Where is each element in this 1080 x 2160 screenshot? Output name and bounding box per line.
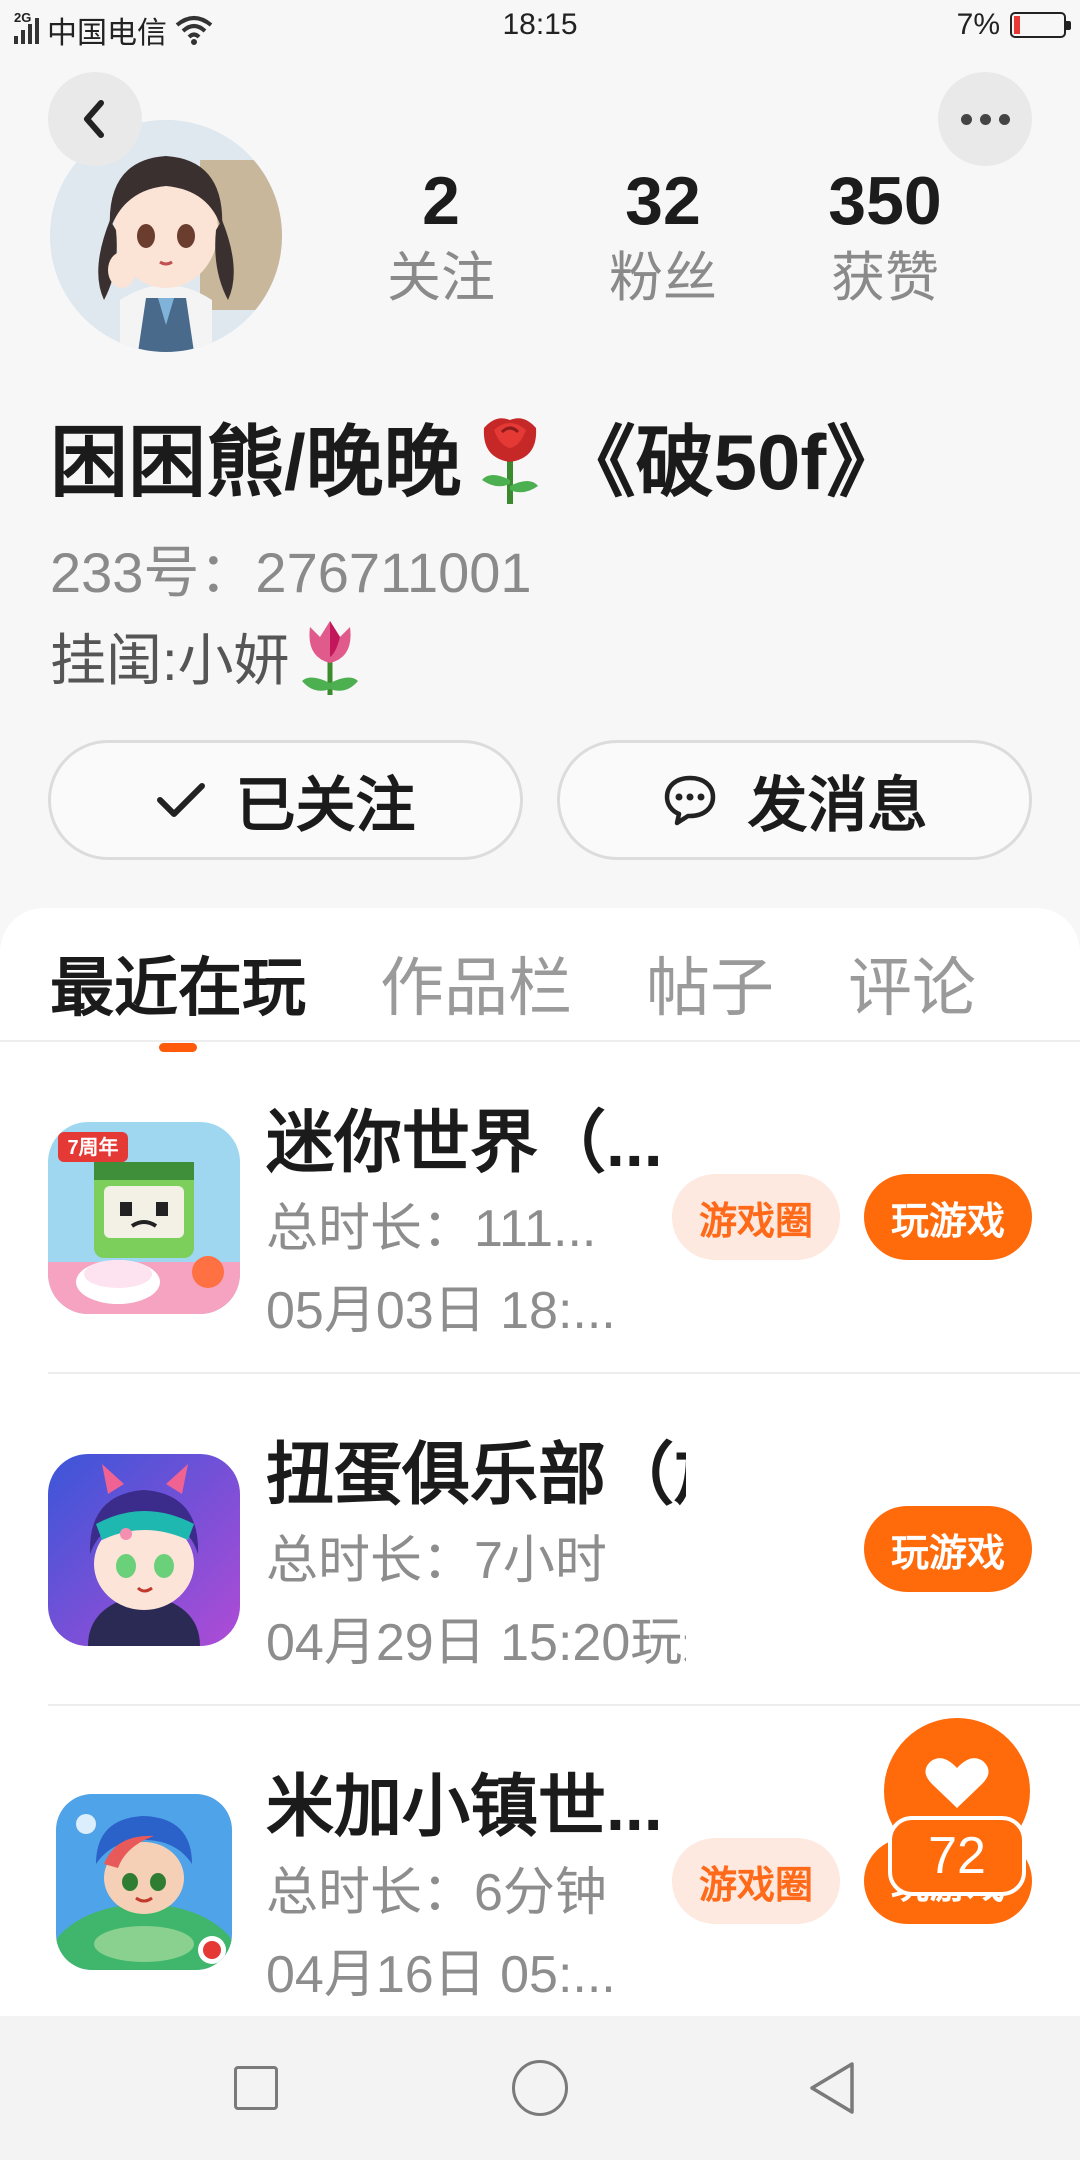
battery-percent: 7% xyxy=(956,8,1000,41)
game-list-item[interactable]: 扭蛋俱乐部（加... 总时长：7小时 04月29日 15:20玩过 玩游戏 xyxy=(48,1374,1080,1706)
user-id: 233号：276711001 xyxy=(50,541,532,604)
game-list-item[interactable]: 7周年 迷你世界（... 总时长：111... 05月03日 18:... 游戏… xyxy=(48,1042,1080,1374)
chevron-left-icon xyxy=(84,100,104,138)
check-icon xyxy=(156,783,205,817)
followed-label: 已关注 xyxy=(235,771,416,839)
tab-recently-played[interactable]: 最近在玩 xyxy=(50,938,306,1052)
game-duration: 总时长：7小时 xyxy=(266,1532,607,1590)
game-info: 迷你世界（... 总时长：111... 05月03日 18:... xyxy=(266,1098,686,1352)
game-duration: 总时长：6分钟 xyxy=(266,1864,607,1922)
stat-fans[interactable]: 32 粉丝 xyxy=(552,160,774,312)
battery-icon xyxy=(1010,12,1071,38)
recents-button[interactable] xyxy=(234,2066,278,2110)
chat-bubble-icon xyxy=(664,775,715,826)
game-title: 迷你世界（... xyxy=(266,1105,663,1181)
bio-text: 挂闺:小妍 xyxy=(50,629,290,692)
profile-actions: 已关注 发消息 xyxy=(48,740,1032,860)
game-last-played: 04月16日 05:... xyxy=(266,1946,616,2004)
game-info: 米加小镇世... 总时长：6分钟 04月16日 05:... xyxy=(266,1762,686,2016)
following-count: 2 xyxy=(422,163,460,239)
profile-stats: 2 关注 32 粉丝 350 获赞 xyxy=(330,160,1010,312)
clock: 18:15 xyxy=(502,8,578,41)
message-label: 发消息 xyxy=(747,771,928,839)
game-last-played: 04月29日 15:20玩过 xyxy=(266,1614,686,1672)
profile-tabs: 最近在玩 作品栏 帖子 评论 xyxy=(50,938,1050,1052)
likes-label: 获赞 xyxy=(831,248,939,308)
user-name-text: 困困熊/晚晚 xyxy=(50,418,462,506)
game-icon-gacha-club xyxy=(48,1454,240,1646)
svg-text:7周年: 7周年 xyxy=(67,1135,118,1159)
stat-likes[interactable]: 350 获赞 xyxy=(774,160,996,312)
stat-following[interactable]: 2 关注 xyxy=(330,160,552,312)
more-button[interactable] xyxy=(938,72,1032,166)
user-name-suffix: 《破50f》 xyxy=(557,418,905,506)
game-duration: 总时长：111... xyxy=(266,1200,597,1258)
like-count-badge: 72 xyxy=(888,1816,1026,1896)
rose-icon xyxy=(481,418,538,504)
fans-label: 粉丝 xyxy=(609,248,717,308)
message-button[interactable]: 发消息 xyxy=(557,740,1032,860)
game-icon-miga-town xyxy=(56,1794,232,1970)
back-button[interactable] xyxy=(48,72,142,166)
game-title: 扭蛋俱乐部（加... xyxy=(266,1437,686,1513)
tulip-icon xyxy=(301,620,358,695)
play-game-button[interactable]: 玩游戏 xyxy=(864,1174,1032,1260)
game-icon-mini-world: 7周年 xyxy=(48,1122,240,1314)
user-name: 困困熊/晚晚 《破50f》 xyxy=(50,400,904,512)
game-last-played: 05月03日 18:... xyxy=(266,1282,616,1340)
game-title: 米加小镇世... xyxy=(266,1769,663,1845)
tab-posts[interactable]: 帖子 xyxy=(646,938,774,1038)
game-circle-button[interactable]: 游戏圈 xyxy=(672,1838,840,1924)
system-nav-bar xyxy=(0,2016,1080,2160)
fans-count: 32 xyxy=(625,163,701,239)
home-button[interactable] xyxy=(512,2060,568,2116)
more-icon xyxy=(960,113,1010,125)
status-bar: 2G 中国电信 18:15 7% xyxy=(0,0,1080,56)
user-bio: 挂闺:小妍 xyxy=(50,616,368,697)
status-right: 7% xyxy=(956,8,1071,42)
game-info: 扭蛋俱乐部（加... 总时长：7小时 04月29日 15:20玩过 xyxy=(266,1430,686,1684)
followed-button[interactable]: 已关注 xyxy=(48,740,523,860)
tab-comments[interactable]: 评论 xyxy=(848,938,976,1038)
likes-count: 350 xyxy=(828,163,942,239)
play-game-button[interactable]: 玩游戏 xyxy=(864,1506,1032,1592)
following-label: 关注 xyxy=(387,248,495,308)
tab-works[interactable]: 作品栏 xyxy=(380,938,572,1038)
game-circle-button[interactable]: 游戏圈 xyxy=(672,1174,840,1260)
back-triangle-button[interactable] xyxy=(806,2060,858,2116)
